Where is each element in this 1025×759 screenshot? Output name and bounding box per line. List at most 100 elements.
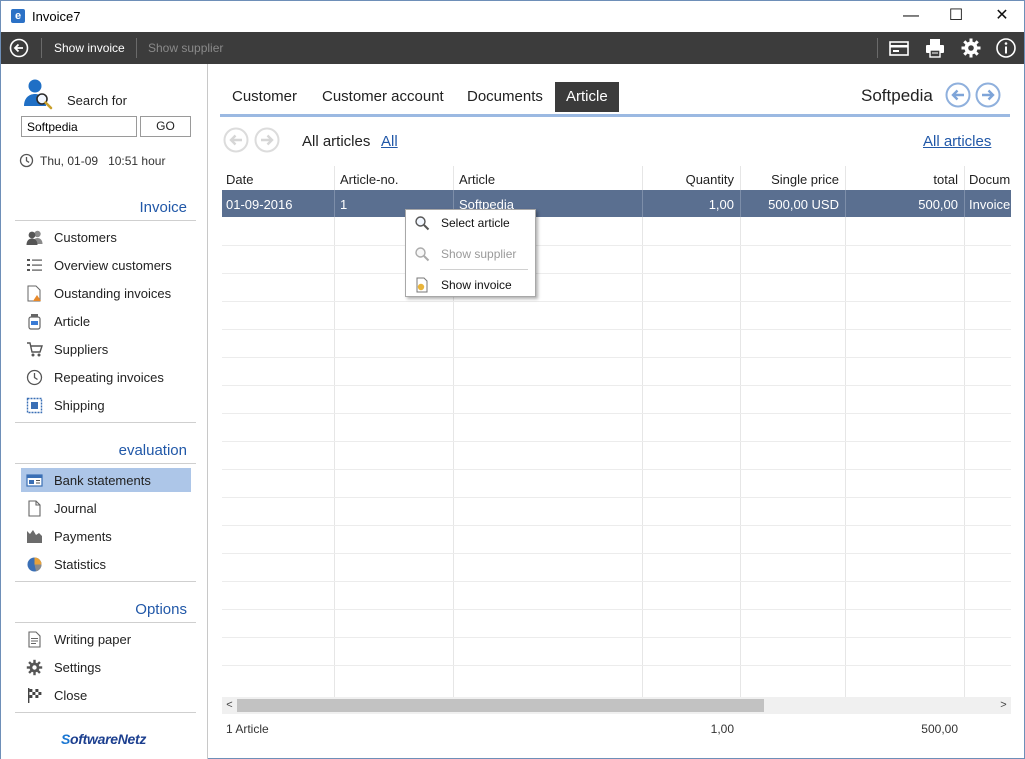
menu-separator: [440, 269, 528, 270]
sidebar-item-settings[interactable]: Settings: [21, 655, 191, 679]
next-record-icon[interactable]: [975, 82, 1001, 108]
scroll-left-icon[interactable]: <: [222, 697, 237, 714]
footer-article-count: 1 Article: [226, 722, 269, 736]
footer-quantity-sum: 1,00: [710, 722, 734, 736]
sidebar-item-payments[interactable]: Payments: [21, 524, 191, 548]
current-date: Thu, 01-09: [40, 154, 99, 168]
tab-customer-account[interactable]: Customer account: [322, 82, 444, 112]
app-window: e Invoice7 — ☐ ✕ Show invoice Show suppl…: [0, 0, 1025, 759]
info-icon[interactable]: [995, 37, 1017, 59]
pie-chart-icon: [27, 557, 42, 572]
cell-quantity: 1,00: [708, 197, 734, 212]
column-header-quantity[interactable]: Quantity: [642, 172, 734, 187]
tab-customer[interactable]: Customer: [232, 82, 297, 112]
section-evaluation-heading: evaluation: [118, 442, 187, 459]
sidebar-item-label: Journal: [54, 501, 97, 516]
footer-total-sum: 500,00: [921, 722, 958, 736]
sidebar-item-suppliers[interactable]: Suppliers: [21, 337, 191, 361]
section-divider: [15, 463, 196, 464]
show-invoice-button[interactable]: Show invoice: [54, 41, 125, 55]
all-articles-link[interactable]: All articles: [923, 133, 991, 150]
section-divider: [15, 622, 196, 623]
cell-article-no: 1: [340, 197, 348, 212]
column-header-article[interactable]: Article: [459, 172, 495, 187]
date-time: Thu, 01-09 10:51 hour: [19, 153, 165, 168]
users-icon: [26, 230, 43, 245]
title-bar: e Invoice7 — ☐ ✕: [1, 1, 1024, 32]
scroll-right-icon[interactable]: >: [996, 697, 1011, 714]
previous-record-icon[interactable]: [945, 82, 971, 108]
sidebar-item-journal[interactable]: Journal: [21, 496, 191, 520]
go-button[interactable]: GO: [140, 116, 191, 137]
sidebar-item-article[interactable]: Article: [21, 309, 191, 333]
printer-icon[interactable]: [924, 37, 946, 59]
sidebar-item-label: Settings: [54, 660, 101, 675]
close-button[interactable]: ✕: [979, 1, 1025, 32]
sidebar-item-label: Oustanding invoices: [54, 286, 172, 301]
column-header-total[interactable]: total: [845, 172, 958, 187]
section-divider: [15, 581, 196, 582]
menu-item-show-supplier[interactable]: Show supplier: [407, 242, 535, 266]
filter-all-link[interactable]: All: [381, 133, 398, 150]
gear-icon[interactable]: [960, 37, 982, 59]
company-name: Softpedia: [861, 86, 933, 105]
warning-document-icon: [27, 285, 41, 302]
search-input[interactable]: [21, 116, 137, 137]
sidebar-item-overview-customers[interactable]: Overview customers: [21, 253, 191, 277]
sidebar-item-label: Writing paper: [54, 632, 132, 647]
list-back-icon[interactable]: [223, 127, 249, 153]
tab-underline: [220, 114, 1010, 117]
sidebar-item-label: Close: [54, 688, 88, 703]
column-header-document[interactable]: Docum: [969, 172, 1010, 187]
list-forward-icon[interactable]: [254, 127, 280, 153]
cell-single-price: 500,00 USD: [768, 197, 839, 212]
cell-total: 500,00: [918, 197, 958, 212]
list-icon: [27, 259, 42, 271]
back-arrow-icon[interactable]: [9, 38, 29, 58]
sidebar-item-bank-statements[interactable]: Bank statements: [21, 468, 191, 492]
tab-documents[interactable]: Documents: [467, 82, 543, 112]
column-header-date[interactable]: Date: [226, 172, 253, 187]
section-options-heading: Options: [135, 601, 187, 618]
column-header-article-no[interactable]: Article-no.: [340, 172, 399, 187]
menu-item-show-invoice[interactable]: Show invoice: [407, 273, 535, 297]
clock-icon: [19, 153, 34, 168]
search-label: Search for: [67, 93, 127, 108]
magnifier-icon: [415, 216, 430, 231]
card-icon[interactable]: [888, 37, 910, 59]
softwarenetz-logo: SoftwareNetz: [61, 731, 147, 747]
sidebar-item-label: Overview customers: [54, 258, 172, 273]
document-icon: [28, 500, 41, 517]
sidebar-item-shipping[interactable]: Shipping: [21, 393, 191, 417]
sidebar-item-statistics[interactable]: Statistics: [21, 552, 191, 576]
sidebar-item-outstanding-invoices[interactable]: Oustanding invoices: [21, 281, 191, 305]
sidebar-item-writing-paper[interactable]: Writing paper: [21, 627, 191, 651]
sidebar-item-repeating-invoices[interactable]: Repeating invoices: [21, 365, 191, 389]
menu-item-label: Show invoice: [441, 278, 512, 292]
menu-item-select-article[interactable]: Select article: [407, 211, 535, 235]
list-title: All articles: [302, 133, 371, 150]
maximize-button[interactable]: ☐: [933, 1, 979, 32]
horizontal-scrollbar[interactable]: < >: [222, 697, 1011, 714]
magnifier-icon: [415, 247, 430, 262]
sidebar-item-customers[interactable]: Customers: [21, 225, 191, 249]
sidebar-item-label: Article: [54, 314, 91, 329]
sidebar-item-label: Repeating invoices: [54, 370, 164, 385]
jar-icon: [28, 314, 41, 330]
sidebar-item-close[interactable]: Close: [21, 683, 191, 707]
sidebar-item-label: Shipping: [54, 398, 105, 413]
column-header-single-price[interactable]: Single price: [740, 172, 839, 187]
sidebar-item-label: Customers: [54, 230, 117, 245]
section-divider: [15, 422, 196, 423]
tab-article[interactable]: Article: [555, 82, 619, 112]
scrollbar-thumb[interactable]: [237, 699, 764, 712]
context-menu: Select article Show supplier Show invoic…: [405, 209, 536, 297]
sidebar-item-label: Statistics: [54, 557, 107, 572]
stamp-icon: [26, 397, 43, 414]
cell-document: Invoice: [969, 197, 1011, 212]
sidebar: Search for GO Thu, 01-09 10:51 hour Invo…: [1, 64, 208, 759]
menu-item-label: Select article: [441, 216, 510, 230]
section-divider: [15, 220, 196, 221]
show-supplier-button[interactable]: Show supplier: [148, 41, 223, 55]
minimize-button[interactable]: —: [888, 1, 934, 32]
